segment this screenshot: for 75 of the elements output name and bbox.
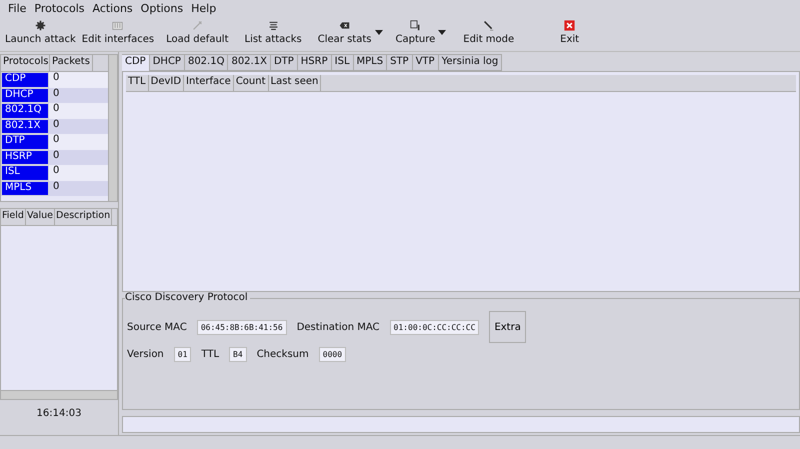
- table-cell: 0: [49, 118, 108, 134]
- input-field[interactable]: 0000: [318, 347, 346, 362]
- scrollbar[interactable]: [1, 390, 117, 399]
- pen-icon: [483, 20, 494, 31]
- table-cell: 802.1X: [1, 118, 49, 134]
- tab[interactable]: Yersinia log: [438, 54, 502, 71]
- menu-item[interactable]: File: [4, 2, 30, 15]
- field-label: Version: [127, 349, 164, 360]
- column-header[interactable]: Packets: [50, 55, 93, 71]
- toolbar-button[interactable]: Launch attack: [2, 17, 79, 49]
- table-cell: 0: [49, 103, 108, 118]
- tab[interactable]: MPLS: [354, 54, 388, 71]
- table-cell: 0: [49, 134, 108, 150]
- field-label: TTL: [201, 349, 220, 360]
- column-header[interactable]: Value: [26, 209, 56, 225]
- input-field[interactable]: B4: [229, 347, 247, 362]
- toolbar-button[interactable]: List attacks: [242, 17, 305, 49]
- column-header[interactable]: Description: [55, 209, 112, 225]
- menu-item[interactable]: Help: [187, 2, 220, 15]
- panel-icon: [112, 20, 124, 31]
- clock-label: 16:14:03: [36, 407, 82, 419]
- column-header[interactable]: Count: [234, 75, 269, 91]
- input-field[interactable]: 01:00:0C:CC:CC:CC: [390, 320, 480, 334]
- tab[interactable]: DTP: [270, 54, 298, 71]
- tab[interactable]: ISL: [332, 54, 354, 71]
- table-cell: 0: [49, 165, 108, 180]
- field-label: Checksum: [256, 349, 309, 360]
- close-icon: [564, 20, 576, 31]
- tab[interactable]: DHCP: [150, 54, 185, 71]
- backspace-icon: [339, 20, 350, 31]
- table-cell: 0: [49, 88, 108, 103]
- column-header[interactable]: DevID: [148, 75, 184, 91]
- column-header[interactable]: Interface: [184, 75, 234, 91]
- table-cell: 802.1Q: [1, 103, 49, 118]
- settings-icon: [34, 20, 46, 31]
- field-label: Source MAC: [127, 322, 187, 332]
- column-header[interactable]: Last seen: [268, 75, 322, 91]
- scrollbar[interactable]: [108, 55, 117, 201]
- panel-title: Cisco Discovery Protocol: [125, 292, 250, 303]
- dropdown-arrow-icon[interactable]: [438, 30, 446, 35]
- column-header[interactable]: Field: [1, 209, 26, 225]
- table-cell: 0: [49, 180, 108, 196]
- toolbar-button[interactable]: Clear stats: [314, 17, 374, 49]
- tab[interactable]: STP: [387, 54, 413, 71]
- table-cell: DTP: [1, 134, 49, 150]
- column-header[interactable]: TTL: [126, 75, 149, 91]
- toolbar-button[interactable]: Exit: [557, 17, 582, 49]
- column-header[interactable]: Protocols: [1, 55, 50, 71]
- table-cell: 0: [49, 72, 108, 88]
- input-field[interactable]: 06:45:8B:6B:41:56: [196, 320, 287, 334]
- toolbar-button[interactable]: Capture: [392, 17, 438, 49]
- toolbar-button[interactable]: Edit mode: [460, 17, 518, 49]
- menu-item[interactable]: Actions: [88, 2, 137, 15]
- tab[interactable]: CDP: [122, 54, 150, 71]
- window-icon: [410, 20, 421, 31]
- input-field[interactable]: 01: [174, 347, 192, 362]
- table-cell: DHCP: [1, 88, 49, 103]
- toolbar-button[interactable]: Edit interfaces: [78, 17, 158, 49]
- tab[interactable]: VTP: [412, 54, 439, 71]
- dropdown-arrow-icon[interactable]: [374, 30, 382, 35]
- table-cell: MPLS: [1, 180, 49, 196]
- table-cell: CDP: [1, 72, 49, 88]
- table-cell: 0: [49, 150, 108, 165]
- toolbar-button[interactable]: Load default: [163, 17, 232, 49]
- plug-icon: [192, 20, 203, 31]
- tab[interactable]: 802.1Q: [184, 54, 228, 71]
- table-cell: ISL: [1, 165, 49, 180]
- field-label: Destination MAC: [296, 322, 380, 332]
- menu-item[interactable]: Protocols: [30, 2, 88, 15]
- table-cell: HSRP: [1, 150, 49, 165]
- tab[interactable]: 802.1X: [228, 54, 271, 71]
- tab[interactable]: HSRP: [298, 54, 332, 71]
- list-icon: [268, 20, 279, 31]
- extra-button[interactable]: Extra: [489, 311, 526, 343]
- menu-item[interactable]: Options: [136, 2, 188, 15]
